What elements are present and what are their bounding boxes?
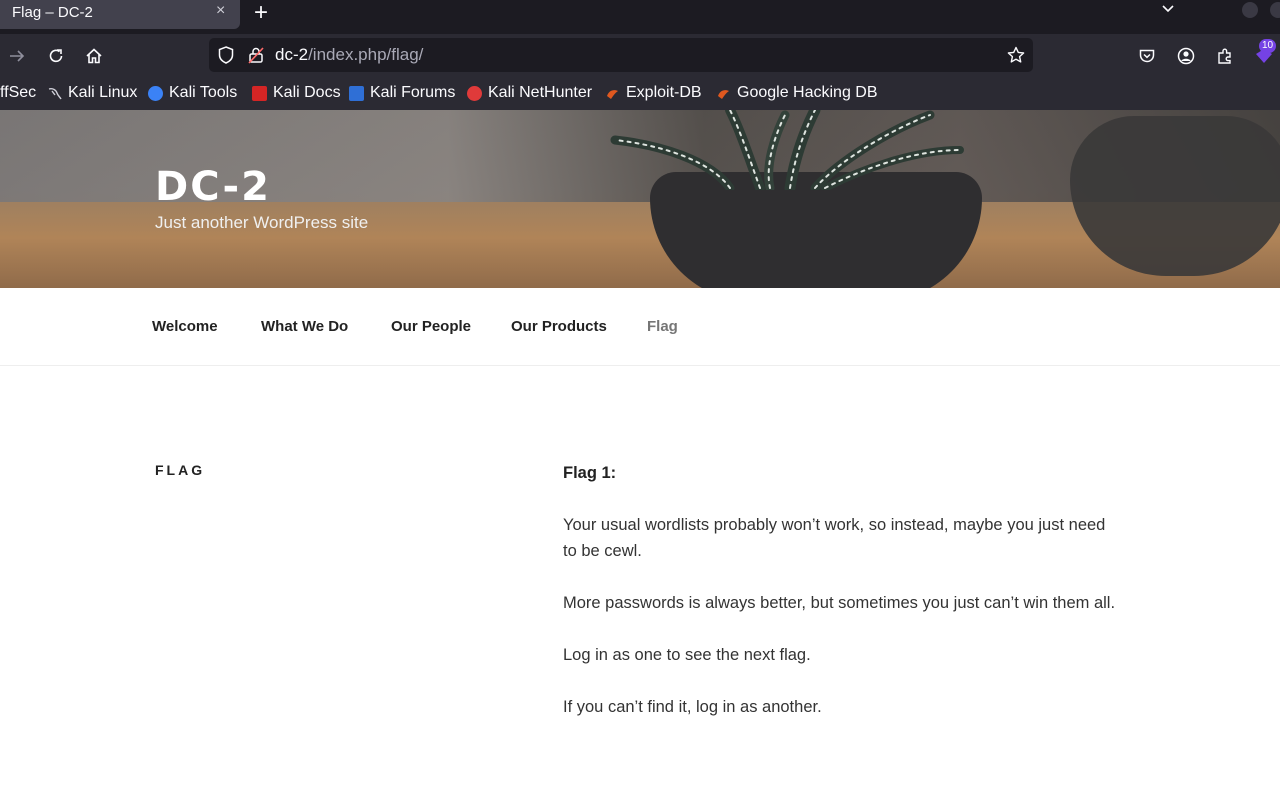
bookmark-label: Kali Tools [169,84,238,101]
bookmark-exploit-db[interactable]: Exploit-DB [605,84,702,102]
entry-content: Flag 1: Your usual wordlists probably wo… [563,460,1123,746]
site-title-link[interactable]: DC-2 [155,164,271,210]
pocket-icon[interactable] [1136,45,1158,67]
chevron-down-icon[interactable] [1160,0,1176,21]
bookmarks-toolbar: ffSec Kali Linux Kali Tools Kali Docs Ka… [0,78,1280,110]
bookmark-star-icon[interactable] [1006,45,1026,65]
window-minimize-button[interactable] [1242,2,1258,18]
url-text[interactable]: dc-2/index.php/flag/ [275,45,423,65]
bookmark-label: ffSec [0,84,37,101]
content-paragraph: Your usual wordlists probably won’t work… [563,516,1106,560]
page-title: FLAG [155,462,206,478]
primary-menu: Welcome What We Do Our People Our Produc… [0,288,1280,366]
tab-title: Flag – DC-2 [12,4,93,21]
bookmark-kali-nethunter[interactable]: Kali NetHunter [467,84,592,102]
kali-tools-icon [148,85,163,101]
bookmark-label: Kali Linux [68,84,138,101]
new-tab-button[interactable]: + [254,0,268,27]
menu-item-welcome[interactable]: Welcome [152,318,218,335]
content-paragraph: Log in as one to see the next flag. [563,646,811,664]
window-close-button[interactable] [1270,2,1280,18]
bookmark-kali-linux[interactable]: Kali Linux [47,84,137,102]
kali-nethunter-icon [467,85,482,101]
tab-bar: Flag – DC-2 × + [0,0,1280,34]
reload-icon[interactable] [45,45,67,67]
exploit-db-icon [605,86,620,101]
flag-heading: Flag 1: [563,464,617,482]
shield-icon[interactable] [217,45,237,65]
menu-item-flag[interactable]: Flag [647,318,678,335]
extension-badge: 10 [1259,39,1277,53]
bookmark-label: Kali Forums [370,84,456,101]
url-host: dc-2 [275,45,309,64]
close-tab-icon[interactable]: × [216,2,225,20]
home-icon[interactable] [83,45,105,67]
navigation-toolbar: dc-2/index.php/flag/ [0,34,1280,78]
kali-forums-icon [349,85,364,101]
forward-icon[interactable] [6,45,28,67]
bookmark-kali-forums[interactable]: Kali Forums [349,84,455,102]
content-paragraph: More passwords is always better, but som… [563,594,1116,612]
extensions-icon[interactable] [1214,45,1236,67]
bookmark-kali-tools[interactable]: Kali Tools [148,84,237,102]
menu-item-our-people[interactable]: Our People [391,318,471,335]
google-hacking-db-icon [716,86,731,101]
insecure-lock-icon[interactable] [247,45,267,65]
browser-tab[interactable]: Flag – DC-2 × [0,0,240,29]
account-icon[interactable] [1175,45,1197,67]
kali-dragon-icon [47,86,62,101]
url-bar[interactable]: dc-2/index.php/flag/ [209,38,1033,72]
bookmark-google-hacking-db[interactable]: Google Hacking DB [716,84,878,102]
bookmark-label: Exploit-DB [626,84,702,101]
plant-leaves [610,110,964,190]
bookmark-label: Kali Docs [273,84,341,101]
content-paragraph: If you can’t find it, log in as another. [563,698,822,716]
bookmark-label: Google Hacking DB [737,84,878,101]
bookmark-offsec[interactable]: ffSec [0,84,36,102]
bookmark-label: Kali NetHunter [488,84,593,101]
menu-item-our-products[interactable]: Our Products [511,318,607,335]
url-path: /index.php/flag/ [308,45,424,64]
site-description: Just another WordPress site [155,213,369,232]
bookmark-kali-docs[interactable]: Kali Docs [252,84,341,102]
menu-item-what-we-do[interactable]: What We Do [261,318,348,335]
kali-docs-icon [252,85,267,101]
